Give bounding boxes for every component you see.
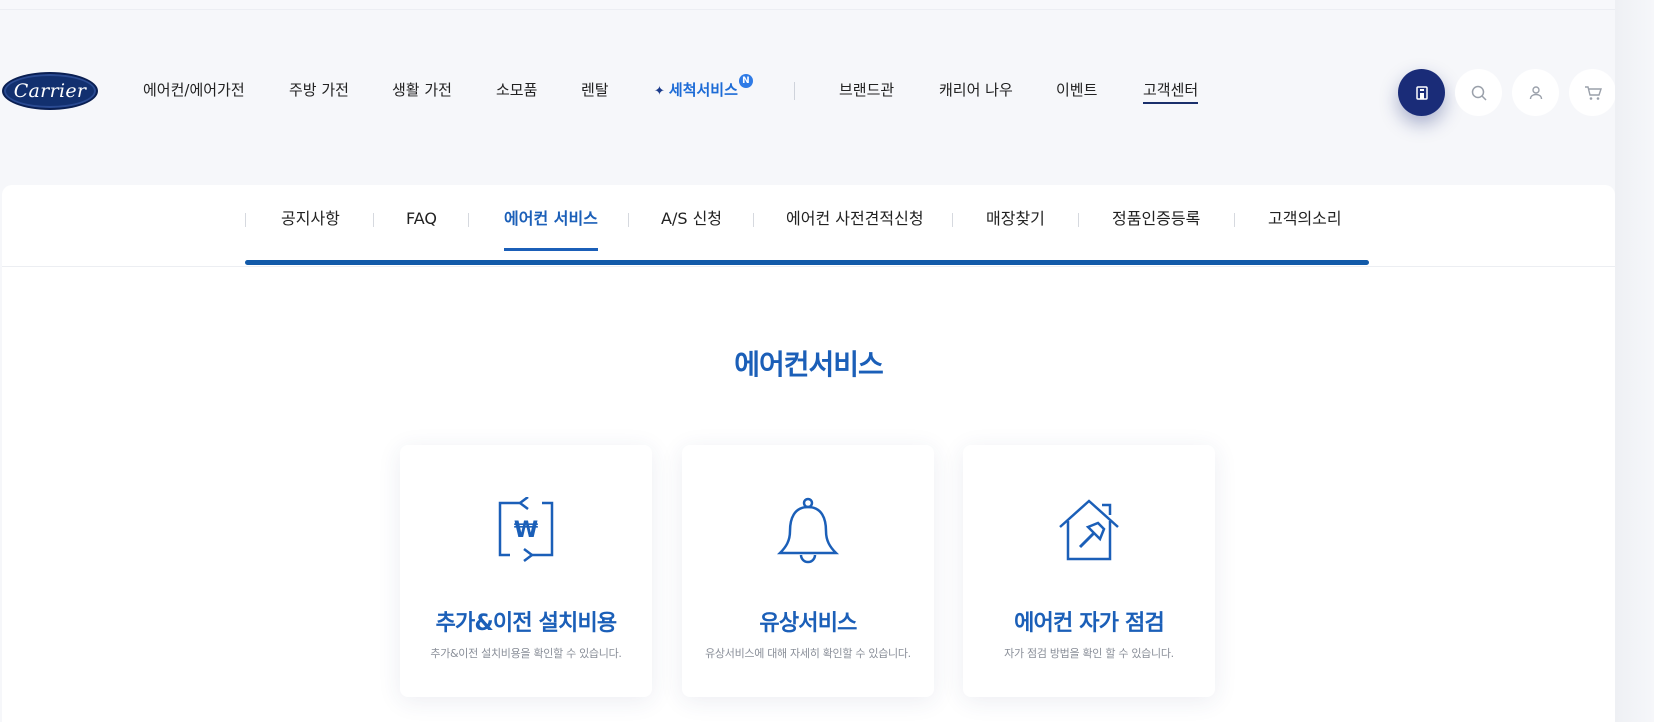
site-header: Carrier 에어컨/에어가전 주방 가전 생활 가전 소모품 렌탈 ✦ 세척서… — [0, 0, 1654, 180]
right-edge-shade — [1615, 0, 1654, 722]
card-description: 자가 점검 방법을 확인 할 수 있습니다. — [1004, 647, 1174, 660]
tab-separator — [1078, 213, 1079, 227]
card-title: 유상서비스 — [759, 611, 857, 636]
gnb-item-aircon[interactable]: 에어컨/에어가전 — [143, 80, 245, 100]
card-title: 추가&이전 설치비용 — [435, 611, 618, 636]
nav-divider — [794, 82, 795, 100]
tab-notice[interactable]: 공지사항 — [281, 209, 340, 229]
customer-center-tabs: 공지사항 FAQ 에어컨 서비스 A/S 신청 에어컨 사전견적신청 매장찾기 … — [2, 185, 1615, 267]
gnb-item-cleaning[interactable]: ✦ 세척서비스 N — [654, 74, 753, 102]
global-nav: 에어컨/에어가전 주방 가전 생활 가전 소모품 렌탈 ✦ 세척서비스 N 브랜드… — [0, 74, 1200, 104]
house-hammer-icon — [1056, 497, 1122, 565]
new-badge: N — [738, 74, 753, 88]
tab-customer-voice[interactable]: 고객의소리 — [1268, 209, 1342, 229]
section-title: 에어컨서비스 — [734, 348, 884, 381]
card-title: 에어컨 자가 점검 — [1014, 611, 1165, 636]
tab-aircon-service[interactable]: 에어컨 서비스 — [504, 209, 598, 251]
tab-genuine-registration[interactable]: 정품인증등록 — [1112, 209, 1200, 229]
card-install-cost[interactable]: ₩ 추가&이전 설치비용 추가&이전 설치비용을 확인할 수 있습니다. — [400, 445, 652, 697]
card-description: 유상서비스에 대해 자세히 확인할 수 있습니다. — [705, 647, 911, 660]
cart-icon — [1584, 85, 1602, 101]
tab-separator — [373, 213, 374, 227]
gnb-item-living[interactable]: 생활 가전 — [392, 80, 452, 100]
tab-separator — [628, 213, 629, 227]
tab-separator — [468, 213, 469, 227]
tab-separator — [952, 213, 953, 227]
gnb-item-rental[interactable]: 렌탈 — [581, 80, 609, 100]
tab-indicator-bar — [245, 260, 1369, 265]
gnb-item-carrier-now[interactable]: 캐리어 나우 — [939, 80, 1013, 100]
sparkle-icon: ✦ — [654, 84, 665, 99]
tab-store-finder[interactable]: 매장찾기 — [986, 209, 1045, 229]
gnb-item-cleaning-label: 세척서비스 — [668, 81, 738, 99]
tab-estimate[interactable]: 에어컨 사전견적신청 — [786, 209, 924, 229]
content-panel: 공지사항 FAQ 에어컨 서비스 A/S 신청 에어컨 사전견적신청 매장찾기 … — [2, 185, 1615, 722]
gnb-item-customer-center[interactable]: 고객센터 — [1143, 80, 1199, 104]
cart-button[interactable] — [1569, 69, 1616, 116]
tab-separator — [245, 213, 246, 227]
card-self-check[interactable]: 에어컨 자가 점검 자가 점검 방법을 확인 할 수 있습니다. — [963, 445, 1215, 697]
won-transfer-icon: ₩ — [496, 496, 556, 567]
store-icon — [1414, 85, 1430, 101]
svg-text:₩: ₩ — [514, 518, 538, 543]
tab-separator — [1234, 213, 1235, 227]
card-paid-service[interactable]: 유상서비스 유상서비스에 대해 자세히 확인할 수 있습니다. — [682, 445, 934, 697]
bell-icon — [776, 497, 840, 569]
search-button[interactable] — [1455, 69, 1502, 116]
tab-separator — [753, 213, 754, 227]
store-button[interactable] — [1398, 69, 1445, 116]
tab-as-request[interactable]: A/S 신청 — [661, 209, 722, 229]
mypage-button[interactable] — [1512, 69, 1559, 116]
search-icon — [1470, 84, 1488, 102]
user-icon — [1528, 85, 1544, 101]
gnb-item-event[interactable]: 이벤트 — [1056, 80, 1097, 100]
gnb-item-consumables[interactable]: 소모품 — [496, 80, 537, 100]
gnb-item-kitchen[interactable]: 주방 가전 — [289, 80, 349, 100]
gnb-item-brand[interactable]: 브랜드관 — [839, 80, 894, 100]
tab-faq[interactable]: FAQ — [406, 209, 437, 229]
card-description: 추가&이전 설치비용을 확인할 수 있습니다. — [430, 647, 622, 660]
